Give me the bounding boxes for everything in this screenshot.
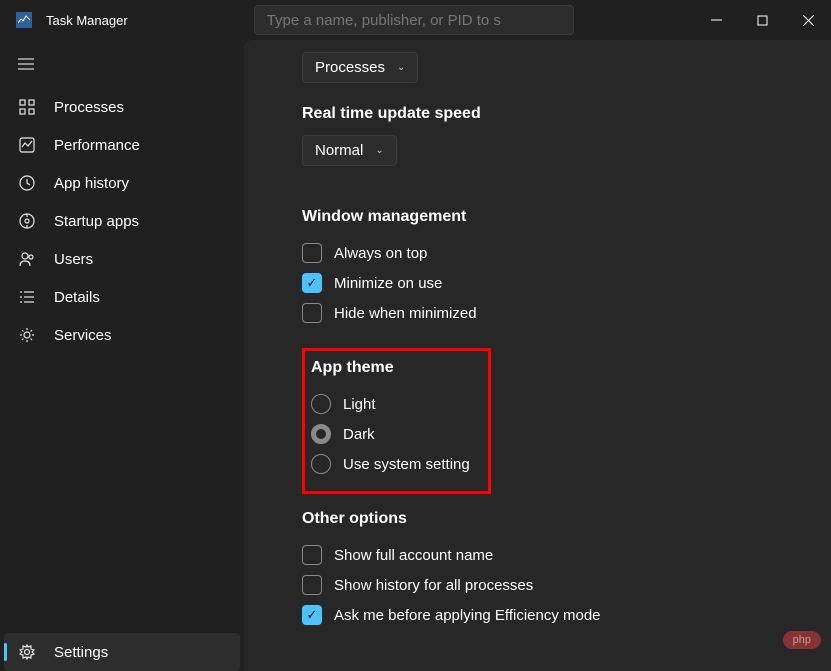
chevron-down-icon: ⌄: [397, 62, 405, 73]
theme-dark-option[interactable]: Dark: [311, 419, 470, 449]
dropdown-value: Processes: [315, 59, 385, 76]
option-label: Minimize on use: [334, 275, 442, 292]
minimize-on-use-option[interactable]: ✓ Minimize on use: [302, 268, 791, 298]
window-title: Task Manager: [46, 13, 128, 28]
sidebar-item-services[interactable]: Services: [0, 316, 244, 354]
nav-label: Services: [54, 327, 112, 344]
sidebar-item-settings[interactable]: Settings: [4, 633, 240, 671]
app-icon: [16, 12, 32, 28]
checkbox-unchecked-icon: [302, 545, 322, 565]
window-management-section: Window management Always on top ✓ Minimi…: [302, 208, 791, 328]
realtime-dropdown[interactable]: Normal ⌄: [302, 135, 397, 166]
history-icon: [18, 174, 36, 192]
nav-label: Performance: [54, 137, 140, 154]
close-button[interactable]: [785, 0, 831, 40]
sidebar-item-users[interactable]: Users: [0, 240, 244, 278]
ask-efficiency-option[interactable]: ✓ Ask me before applying Efficiency mode: [302, 600, 791, 630]
other-header: Other options: [302, 510, 791, 528]
dropdown-value: Normal: [315, 142, 363, 159]
option-label: Dark: [343, 426, 375, 443]
option-label: Show history for all processes: [334, 577, 533, 594]
always-on-top-option[interactable]: Always on top: [302, 238, 791, 268]
sidebar-item-performance[interactable]: Performance: [0, 126, 244, 164]
other-options-section: Other options Show full account name Sho…: [302, 510, 791, 630]
option-label: Light: [343, 396, 376, 413]
wm-header: Window management: [302, 208, 791, 226]
performance-icon: [18, 136, 36, 154]
checkbox-unchecked-icon: [302, 575, 322, 595]
startup-icon: [18, 212, 36, 230]
minimize-button[interactable]: [693, 0, 739, 40]
history-all-option[interactable]: Show history for all processes: [302, 570, 791, 600]
default-page-dropdown[interactable]: Processes ⌄: [302, 52, 418, 83]
highlight-annotation: App theme Light Dark Use system setting: [302, 348, 491, 494]
theme-system-option[interactable]: Use system setting: [311, 449, 470, 479]
checkbox-checked-icon: ✓: [302, 605, 322, 625]
services-icon: [18, 326, 36, 344]
window-controls: [693, 0, 831, 40]
checkbox-unchecked-icon: [302, 303, 322, 323]
nav-label: Users: [54, 251, 93, 268]
option-label: Use system setting: [343, 456, 470, 473]
sidebar-item-startup-apps[interactable]: Startup apps: [0, 202, 244, 240]
full-account-option[interactable]: Show full account name: [302, 540, 791, 570]
users-icon: [18, 250, 36, 268]
nav-label: Settings: [54, 644, 108, 661]
grid-icon: [18, 98, 36, 116]
nav-label: Startup apps: [54, 213, 139, 230]
option-label: Hide when minimized: [334, 305, 477, 322]
theme-header: App theme: [311, 359, 470, 377]
nav-label: Details: [54, 289, 100, 306]
checkbox-unchecked-icon: [302, 243, 322, 263]
hide-when-minimized-option[interactable]: Hide when minimized: [302, 298, 791, 328]
watermark: php: [783, 631, 821, 649]
radio-checked-icon: [311, 424, 331, 444]
nav-label: App history: [54, 175, 129, 192]
sidebar-item-details[interactable]: Details: [0, 278, 244, 316]
chevron-down-icon: ⌄: [375, 145, 383, 156]
radio-unchecked-icon: [311, 454, 331, 474]
details-icon: [18, 288, 36, 306]
nav-label: Processes: [54, 99, 124, 116]
realtime-header: Real time update speed: [302, 105, 791, 123]
sidebar: Processes Performance App history Startu…: [0, 40, 244, 671]
sidebar-item-app-history[interactable]: App history: [0, 164, 244, 202]
realtime-section: Real time update speed Normal ⌄: [302, 105, 791, 188]
sidebar-item-processes[interactable]: Processes: [0, 88, 244, 126]
option-label: Show full account name: [334, 547, 493, 564]
titlebar: Task Manager: [0, 0, 831, 40]
search-input[interactable]: [254, 5, 574, 35]
theme-light-option[interactable]: Light: [311, 389, 470, 419]
maximize-button[interactable]: [739, 0, 785, 40]
option-label: Always on top: [334, 245, 427, 262]
settings-icon: [18, 643, 36, 661]
settings-content: Processes ⌄ Real time update speed Norma…: [244, 40, 831, 671]
checkbox-checked-icon: ✓: [302, 273, 322, 293]
option-label: Ask me before applying Efficiency mode: [334, 607, 601, 624]
hamburger-button[interactable]: [0, 58, 244, 88]
radio-unchecked-icon: [311, 394, 331, 414]
